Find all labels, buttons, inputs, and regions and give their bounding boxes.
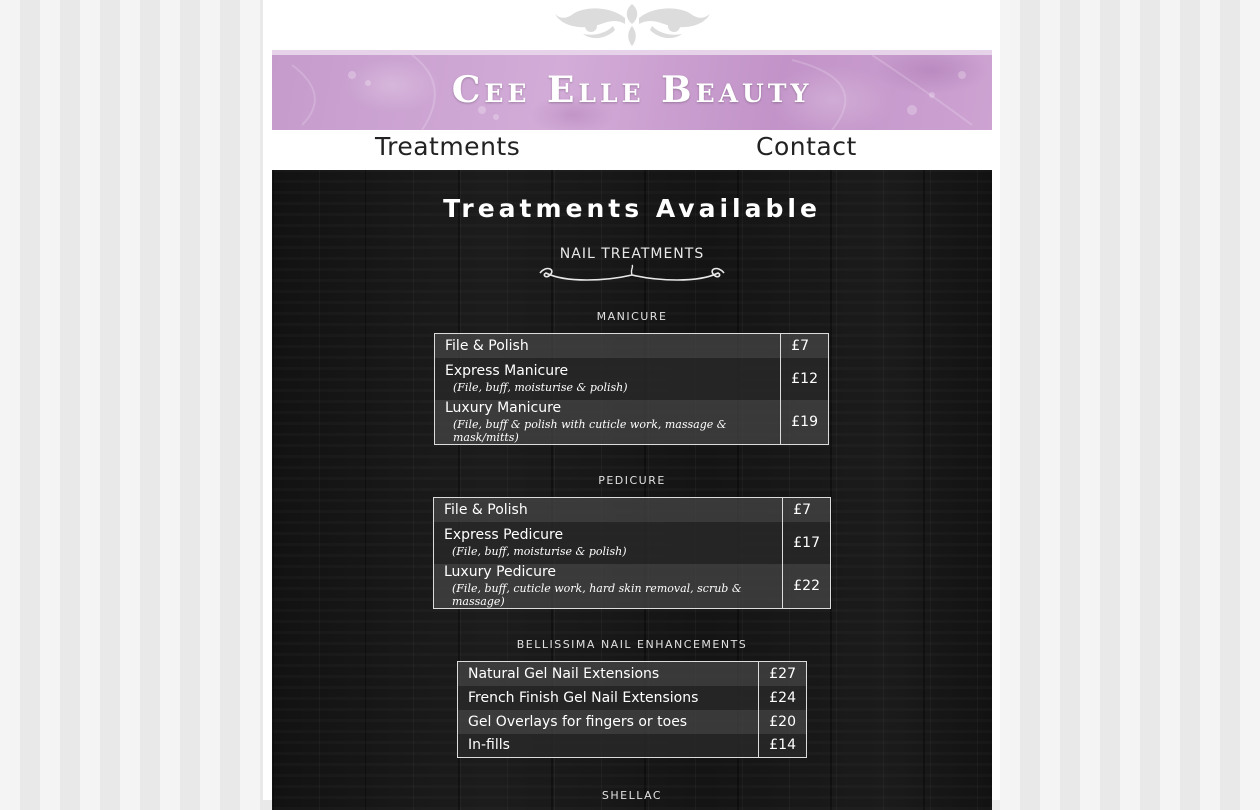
flourish-icon — [539, 264, 725, 281]
ornament-icon — [555, 4, 710, 46]
treatment-price: £17 — [782, 521, 831, 564]
pedicure-price-table: File & Polish £7 Express Pedicure (File, … — [433, 497, 831, 609]
section-title-manicure: MANICURE — [596, 310, 668, 323]
table-row: Express Manicure (File, buff, moisturise … — [434, 357, 829, 400]
treatment-name: French Finish Gel Nail Extensions — [457, 685, 759, 710]
treatment-name: Express Manicure — [445, 363, 569, 379]
treatment-name: File & Polish — [434, 333, 781, 358]
treatment-name: File & Polish — [433, 497, 783, 522]
treatment-price: £24 — [758, 685, 807, 710]
nail-enhancements-price-table: Natural Gel Nail Extensions £27 French F… — [457, 661, 807, 758]
treatment-name: Luxury Manicure — [445, 399, 562, 416]
section-title-nail-enhancements: BELLISSIMA NAIL ENHANCEMENTS — [516, 638, 748, 651]
nav-link-contact[interactable]: Contact — [756, 132, 857, 161]
treatment-price: £22 — [782, 563, 831, 608]
table-row: Luxury Pedicure (File, buff, cuticle work… — [433, 563, 831, 608]
treatment-name: In-fills — [457, 733, 759, 758]
table-row: French Finish Gel Nail Extensions £24 — [457, 685, 807, 710]
table-row: File & Polish £7 — [434, 333, 829, 358]
nav-link-treatments[interactable]: Treatments — [375, 132, 520, 161]
treatment-description: (File, buff, cuticle work, hard skin rem… — [452, 581, 742, 608]
table-row: Express Pedicure (File, buff, moisturise … — [433, 521, 831, 564]
treatment-name: Gel Overlays for fingers or toes — [457, 709, 759, 734]
table-row: File & Polish £7 — [433, 497, 831, 522]
brand-title: Cee Elle Beauty — [451, 69, 813, 111]
treatment-description: (File, buff, moisturise & polish) — [453, 381, 628, 394]
treatments-panel: Treatments Available NAIL TREATMENTS MAN… — [272, 170, 992, 810]
treatment-price: £7 — [780, 333, 829, 358]
treatment-price: £7 — [782, 497, 831, 522]
main-nav: Treatments Contact — [272, 130, 992, 170]
treatment-name: Express Pedicure — [444, 527, 564, 543]
manicure-price-table: File & Polish £7 Express Manicure (File, … — [434, 333, 829, 445]
header-banner: Cee Elle Beauty — [272, 55, 992, 130]
table-row: Natural Gel Nail Extensions £27 — [457, 661, 807, 686]
treatment-description: (File, buff & polish with cuticle work, … — [453, 417, 727, 444]
page-container: Cee Elle Beauty Treatments Contact Treat… — [263, 0, 1000, 810]
treatment-price: £20 — [758, 709, 807, 734]
treatment-price: £14 — [758, 733, 807, 758]
section-title-shellac: SHELLAC — [601, 789, 663, 802]
table-row: Gel Overlays for fingers or toes £20 — [457, 709, 807, 734]
treatment-price: £27 — [758, 661, 807, 686]
page-title: Treatments Available — [443, 194, 821, 223]
treatment-name: Natural Gel Nail Extensions — [457, 661, 759, 686]
table-row: In-fills £14 — [457, 733, 807, 758]
treatment-name: Luxury Pedicure — [444, 563, 557, 580]
treatment-price: £19 — [780, 399, 829, 444]
section-heading: NAIL TREATMENTS — [559, 246, 705, 262]
table-row: Luxury Manicure (File, buff & polish with… — [434, 399, 829, 444]
treatment-price: £12 — [780, 357, 829, 400]
treatment-description: (File, buff, moisturise & polish) — [452, 545, 627, 558]
section-title-pedicure: PEDICURE — [598, 474, 666, 487]
